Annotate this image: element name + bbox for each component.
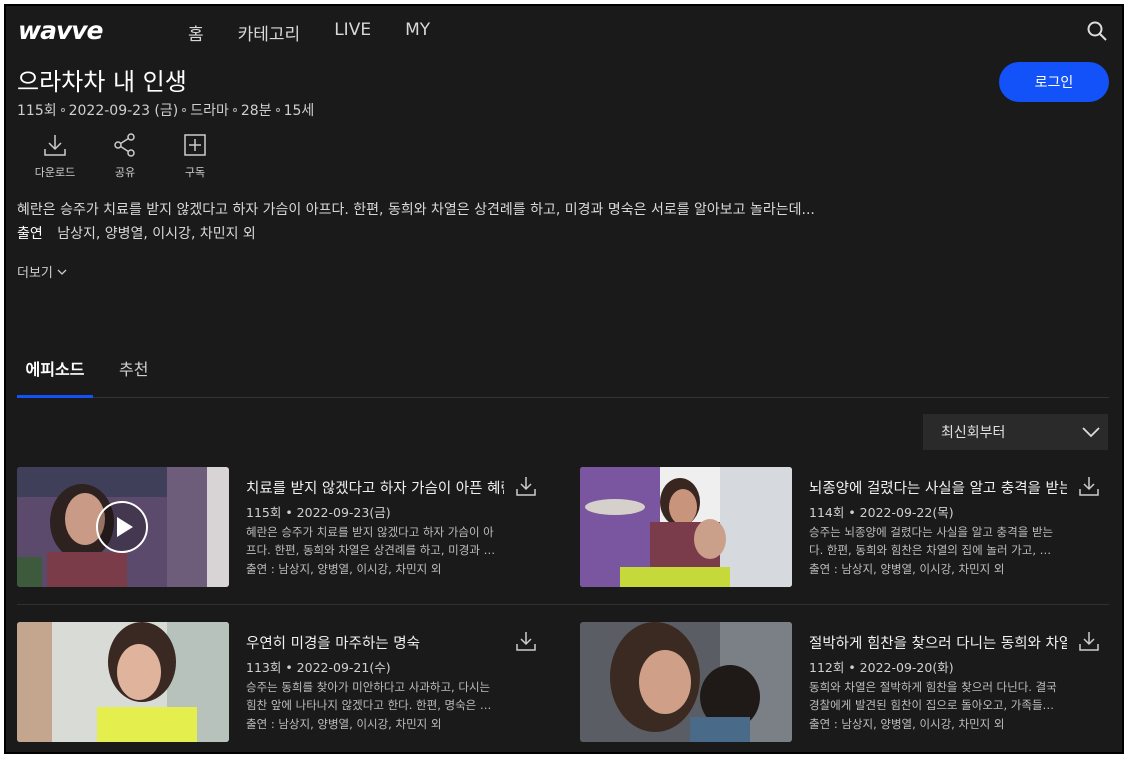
episode-meta: 113회 • 2022-09-21(수): [246, 660, 391, 675]
nav-category[interactable]: 카테고리: [238, 20, 301, 45]
episode-cast: 출연 : 남상지, 양병열, 이시강, 차민지 외: [809, 562, 1005, 576]
cast-list: 남상지, 양병열, 이시강, 차민지 외: [57, 226, 256, 242]
tab-recommend[interactable]: 추천: [119, 356, 148, 380]
nav-my[interactable]: MY: [405, 20, 430, 45]
more-label: 더보기: [17, 266, 53, 281]
separator-dot: [232, 108, 237, 112]
episode-cast: 출연 : 남상지, 양병열, 이시강, 차민지 외: [246, 717, 442, 731]
episode-thumbnail-image: [580, 622, 792, 742]
episode-description-line: 승주는 뇌종양에 걸렸다는 사실을 알고 충격을 받는: [809, 525, 1054, 539]
episode-description: 동희와 차열은 절박하게 힘찬을 찾으러 다닌다. 결국 경찰에게 발견된 힘찬…: [809, 678, 1074, 714]
app-window: wavve 홈 카테고리 LIVE MY 으라차차 내 인생 115회 2022…: [4, 4, 1124, 754]
more-button[interactable]: 더보기: [17, 262, 67, 281]
age-rating: 15세: [283, 103, 315, 119]
episode-description: 승주는 동희를 찾아가 미안하다고 사과하고, 다시는 힘찬 앞에 나타나지 않…: [246, 678, 511, 714]
nav-home[interactable]: 홈: [188, 20, 204, 45]
content-tabs: 에피소드 추천: [17, 356, 1109, 398]
episode-description-line: 경찰에게 발견된 힘찬이 집으로 돌아오고, 가족들…: [809, 698, 1055, 712]
download-action[interactable]: 다운로드: [20, 132, 90, 180]
row-divider: [17, 604, 1109, 605]
nav-live[interactable]: LIVE: [334, 20, 371, 45]
wavve-logo[interactable]: wavve: [18, 16, 104, 45]
play-icon[interactable]: [96, 501, 148, 553]
sort-dropdown[interactable]: 최신회부터: [923, 414, 1108, 450]
share-action[interactable]: 공유: [90, 132, 160, 180]
episode-description-line: 승주는 동희를 찾아가 미안하다고 사과하고, 다시는: [246, 680, 491, 694]
download-label: 다운로드: [34, 166, 76, 179]
episode-item[interactable]: 우연히 미경을 마주하는 명숙 113회 • 2022-09-21(수) 승주는…: [17, 622, 547, 742]
episode-title[interactable]: 치료를 받지 않겠다고 하자 가슴이 아픈 혜란: [246, 477, 504, 498]
download-icon: [44, 135, 66, 156]
plus-box-icon: [184, 134, 206, 156]
episode-title[interactable]: 절박하게 힘찬을 찾으러 다니는 동희와 차열: [809, 632, 1067, 653]
chevron-down-icon: [1082, 427, 1100, 438]
download-icon[interactable]: [1078, 475, 1100, 497]
share-label: 공유: [114, 166, 136, 179]
search-icon[interactable]: [1086, 20, 1108, 42]
sort-label: 최신회부터: [941, 425, 1006, 441]
program-meta: 115회 2022-09-23 (금) 드라마 28분 15세: [17, 100, 314, 120]
episode-title[interactable]: 우연히 미경을 마주하는 명숙: [246, 632, 504, 653]
login-button[interactable]: 로그인: [999, 62, 1109, 102]
episode-meta: 115회 • 2022-09-23(금): [246, 505, 391, 520]
episode-thumbnail[interactable]: [580, 622, 792, 742]
episode-description-line: 힘찬 앞에 나타나지 않겠다고 한다. 한편, 명숙은 …: [246, 698, 492, 712]
episode-description-line: 프다. 한편, 동희와 차열은 상견례를 하고, 미경과 …: [246, 543, 496, 557]
download-icon[interactable]: [1078, 630, 1100, 652]
episode-item[interactable]: 절박하게 힘찬을 찾으러 다니는 동희와 차열 112회 • 2022-09-2…: [580, 622, 1110, 742]
episode-thumbnail-image: [580, 467, 792, 587]
episode-meta: 114회 • 2022-09-22(목): [809, 505, 954, 520]
cast-label: 출연: [17, 226, 43, 242]
episode-thumbnail[interactable]: [17, 622, 229, 742]
episode-description-line: 동희와 차열은 절박하게 힘찬을 찾으러 다닌다. 결국: [809, 680, 1057, 694]
genre: 드라마: [190, 103, 229, 119]
episode-item[interactable]: 치료를 받지 않겠다고 하자 가슴이 아픈 혜란 115회 • 2022-09-…: [17, 467, 547, 587]
episode-cast: 출연 : 남상지, 양병열, 이시강, 차민지 외: [246, 562, 442, 576]
episode-title[interactable]: 뇌종양에 걸렸다는 사실을 알고 충격을 받는 승주: [809, 477, 1067, 498]
share-icon: [114, 133, 135, 157]
tab-episodes[interactable]: 에피소드: [17, 356, 93, 398]
episode-thumbnail-image: [17, 622, 229, 742]
subscribe-action[interactable]: 구독: [160, 132, 230, 180]
episode-number: 115회: [17, 103, 57, 119]
episode-thumbnail[interactable]: [580, 467, 792, 587]
runtime: 28분: [240, 103, 272, 119]
episode-description-line: 다. 한편, 동희와 힘찬은 차열의 집에 놀러 가고, …: [809, 543, 1052, 557]
main-nav: 홈 카테고리 LIVE MY: [188, 20, 464, 45]
action-bar: 다운로드 공유 구독: [20, 132, 230, 180]
program-description: 혜란은 승주가 치료를 받지 않겠다고 하자 가슴이 아프다. 한편, 동희와 …: [17, 202, 815, 218]
program-cast: 출연 남상지, 양병열, 이시강, 차민지 외: [17, 223, 256, 243]
episode-item[interactable]: 뇌종양에 걸렸다는 사실을 알고 충격을 받는 승주 114회 • 2022-0…: [580, 467, 1110, 587]
subscribe-label: 구독: [184, 166, 206, 179]
episode-cast: 출연 : 남상지, 양병열, 이시강, 차민지 외: [809, 717, 1005, 731]
episode-thumbnail[interactable]: [17, 467, 229, 587]
episode-description-line: 혜란은 승주가 치료를 받지 않겠다고 하자 가슴이 아: [246, 525, 494, 539]
episode-description: 승주는 뇌종양에 걸렸다는 사실을 알고 충격을 받는 다. 한편, 동희와 힘…: [809, 523, 1074, 559]
air-date: 2022-09-23 (금): [68, 103, 179, 119]
top-navigation: wavve 홈 카테고리 LIVE MY: [6, 6, 1122, 58]
separator-dot: [182, 108, 187, 112]
episode-description: 혜란은 승주가 치료를 받지 않겠다고 하자 가슴이 아 프다. 한편, 동희와…: [246, 523, 511, 559]
download-icon[interactable]: [515, 475, 537, 497]
chevron-down-icon: [57, 269, 67, 275]
separator-dot: [60, 108, 65, 112]
episode-meta: 112회 • 2022-09-20(화): [809, 660, 954, 675]
download-icon[interactable]: [515, 630, 537, 652]
program-title: 으라차차 내 인생: [17, 68, 187, 96]
separator-dot: [275, 108, 280, 112]
